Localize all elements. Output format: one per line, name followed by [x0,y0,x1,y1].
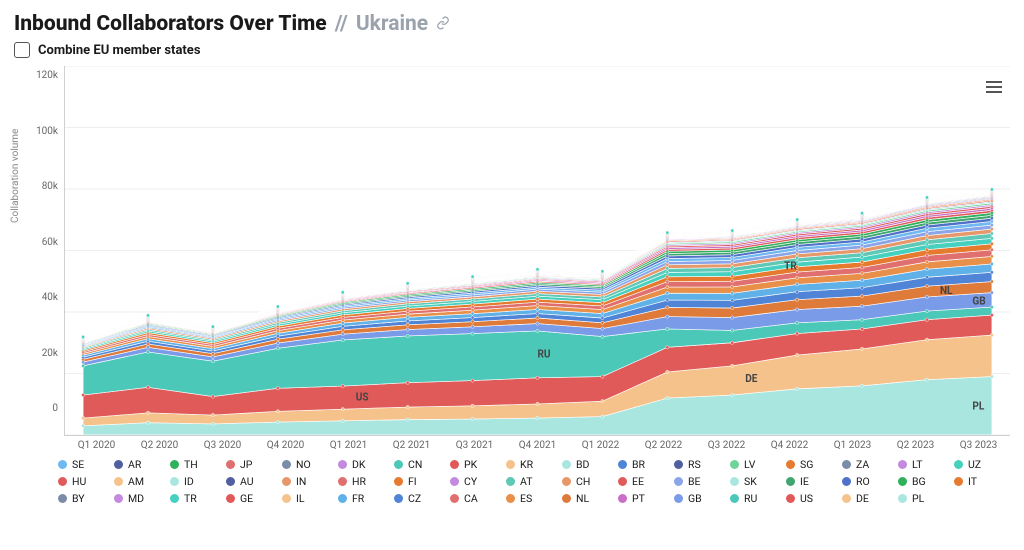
legend-item-HR[interactable]: HR [338,475,384,488]
plot-area[interactable]: PLDEUSRUGBNLTR Q1 2020Q2 2020Q3 2020Q4 2… [64,66,1010,436]
legend-item-SE[interactable]: SE [58,458,104,471]
legend-item-KR[interactable]: KR [506,458,552,471]
legend-item-CN[interactable]: CN [394,458,440,471]
svg-text:RU: RU [538,347,551,360]
svg-text:US: US [356,390,369,403]
legend-item-BY[interactable]: BY [58,492,104,505]
chart-country: Ukraine [356,12,428,36]
legend-item-PK[interactable]: PK [450,458,496,471]
legend-item-PT[interactable]: PT [618,492,664,505]
permalink-icon[interactable] [436,15,450,34]
legend-item-SG[interactable]: SG [786,458,832,471]
title-separator: // [335,12,348,36]
legend-item-DE[interactable]: DE [842,492,888,505]
stacked-area-chart: Collaboration volume 120k100k80k60k40k20… [14,66,1010,436]
svg-text:DE: DE [745,372,757,385]
legend-item-ID[interactable]: ID [170,475,216,488]
chart-header: Inbound Collaborators Over Time // Ukrai… [14,12,1010,36]
legend-item-AU[interactable]: AU [226,475,272,488]
legend-item-SK[interactable]: SK [730,475,776,488]
legend-item-IT[interactable]: IT [954,475,1000,488]
legend-item-CH[interactable]: CH [562,475,608,488]
legend-item-JP[interactable]: JP [226,458,272,471]
legend-item-IN[interactable]: IN [282,475,328,488]
legend-item-AR[interactable]: AR [114,458,160,471]
legend-item-RO[interactable]: RO [842,475,888,488]
legend-item-IL[interactable]: IL [282,492,328,505]
legend-item-FI[interactable]: FI [394,475,440,488]
svg-text:GB: GB [972,294,986,307]
legend-item-BR[interactable]: BR [618,458,664,471]
legend-item-TH[interactable]: TH [170,458,216,471]
legend-item-GE[interactable]: GE [226,492,272,505]
legend-item-BE[interactable]: BE [674,475,720,488]
y-axis-ticks: 120k100k80k60k40k20k0 [14,66,64,436]
legend-item-ES[interactable]: ES [506,492,552,505]
legend-item-IE[interactable]: IE [786,475,832,488]
legend-item-GB[interactable]: GB [674,492,720,505]
legend-item-PL[interactable]: PL [898,492,944,505]
legend-item-HU[interactable]: HU [58,475,104,488]
x-axis-ticks: Q1 2020Q2 2020Q3 2020Q4 2020Q1 2021Q2 20… [65,440,1010,451]
legend-item-LT[interactable]: LT [898,458,944,471]
legend-item-US[interactable]: US [786,492,832,505]
legend-item-BG[interactable]: BG [898,475,944,488]
combine-eu-checkbox[interactable] [14,42,30,58]
legend-item-NL[interactable]: NL [562,492,608,505]
combine-eu-control[interactable]: Combine EU member states [14,42,1010,58]
svg-text:NL: NL [940,284,953,297]
legend-item-BD[interactable]: BD [562,458,608,471]
legend-item-UZ[interactable]: UZ [954,458,1000,471]
legend-item-NO[interactable]: NO [282,458,328,471]
legend-item-EE[interactable]: EE [618,475,664,488]
legend: SE AR TH JP NO DK CN PK KR BD BR RS LV SG ZA LT UZ HU AM ID… [58,458,1010,505]
svg-text:PL: PL [972,399,984,412]
legend-item-TR[interactable]: TR [170,492,216,505]
legend-item-ZA[interactable]: ZA [842,458,888,471]
legend-item-MD[interactable]: MD [114,492,160,505]
combine-eu-label: Combine EU member states [38,43,201,58]
legend-item-AT[interactable]: AT [506,475,552,488]
legend-item-DK[interactable]: DK [338,458,384,471]
legend-item-RU[interactable]: RU [730,492,776,505]
legend-item-RS[interactable]: RS [674,458,720,471]
legend-item-CY[interactable]: CY [450,475,496,488]
legend-item-LV[interactable]: LV [730,458,776,471]
svg-text:TR: TR [784,259,797,272]
legend-item-CA[interactable]: CA [450,492,496,505]
chart-title: Inbound Collaborators Over Time [14,12,327,36]
y-axis-label: Collaboration volume [10,129,21,223]
legend-item-CZ[interactable]: CZ [394,492,440,505]
legend-item-FR[interactable]: FR [338,492,384,505]
legend-item-AM[interactable]: AM [114,475,160,488]
